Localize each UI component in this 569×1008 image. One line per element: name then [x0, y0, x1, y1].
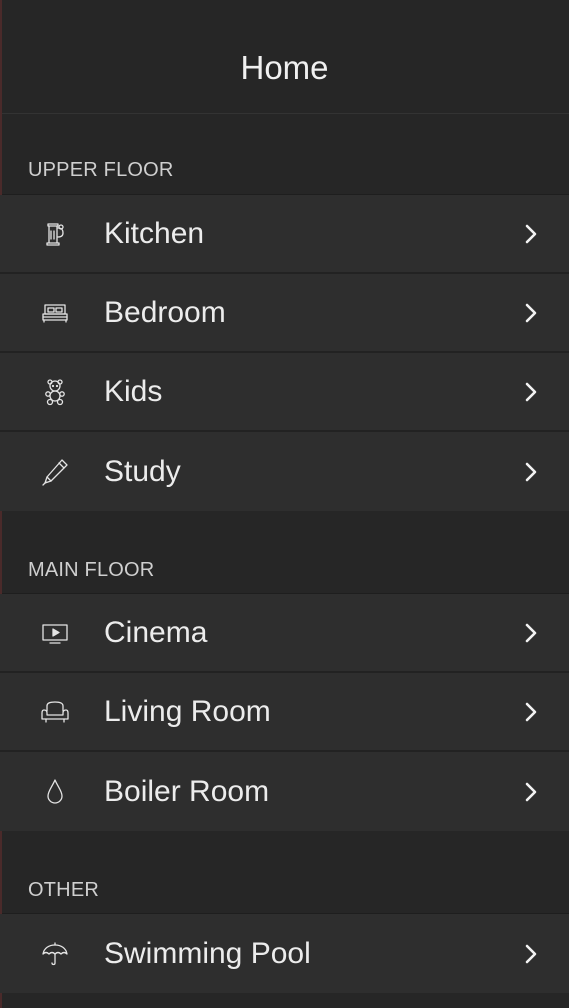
room-row-bedroom[interactable]: Bedroom — [0, 274, 569, 353]
room-label: Study — [104, 454, 181, 488]
pencil-icon — [40, 457, 70, 487]
section-label-other: OTHER — [28, 879, 99, 901]
room-label: Swimming Pool — [104, 936, 311, 970]
kettle-icon — [40, 219, 70, 249]
chevron-right-icon — [523, 701, 539, 723]
room-label: Boiler Room — [104, 774, 270, 808]
chevron-right-icon — [523, 223, 539, 245]
armchair-icon — [40, 697, 70, 727]
room-row-kids[interactable]: Kids — [0, 353, 569, 432]
teddy-bear-icon — [40, 377, 70, 407]
tv-play-icon — [40, 618, 70, 648]
chevron-right-icon — [523, 381, 539, 403]
list-main-floor: Cinema Living Room Boiler Room — [0, 593, 569, 831]
section-label-upper-floor: UPPER FLOOR — [28, 159, 174, 181]
bed-icon — [40, 298, 70, 328]
list-other: Swimming Pool — [0, 913, 569, 993]
room-row-living-room[interactable]: Living Room — [0, 673, 569, 752]
page-title: Home — [240, 48, 329, 86]
home-screen: Home UPPER FLOOR Kitchen Bedroom Kids St… — [0, 0, 569, 1008]
chevron-right-icon — [523, 781, 539, 803]
room-row-kitchen[interactable]: Kitchen — [0, 195, 569, 274]
list-upper-floor: Kitchen Bedroom Kids Study — [0, 194, 569, 511]
header: Home — [0, 0, 569, 114]
chevron-right-icon — [523, 622, 539, 644]
water-drop-icon — [40, 777, 70, 807]
section-label-main-floor: MAIN FLOOR — [28, 559, 155, 581]
umbrella-icon — [40, 939, 70, 969]
room-row-study[interactable]: Study — [0, 432, 569, 511]
room-label: Bedroom — [104, 295, 226, 329]
room-row-swimming-pool[interactable]: Swimming Pool — [0, 914, 569, 993]
room-label: Living Room — [104, 694, 271, 728]
room-label: Cinema — [104, 615, 208, 649]
room-label: Kids — [104, 374, 163, 408]
room-label: Kitchen — [104, 216, 205, 250]
room-row-cinema[interactable]: Cinema — [0, 594, 569, 673]
chevron-right-icon — [523, 461, 539, 483]
chevron-right-icon — [523, 943, 539, 965]
room-row-boiler-room[interactable]: Boiler Room — [0, 752, 569, 831]
chevron-right-icon — [523, 302, 539, 324]
